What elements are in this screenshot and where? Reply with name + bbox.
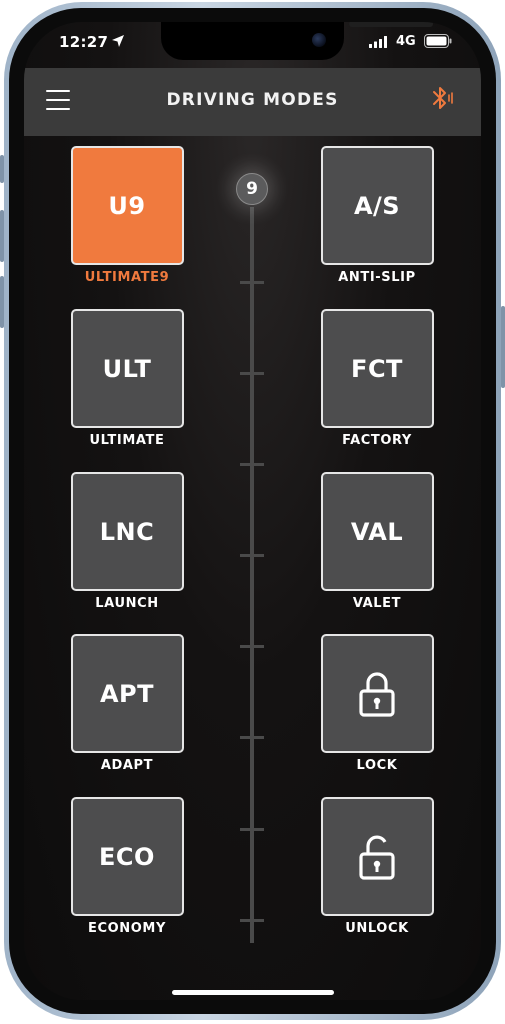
status-bar: 12:27 4G [24, 22, 481, 68]
mode-adapt-button[interactable]: APT [70, 634, 184, 753]
mode-label: FACTORY [342, 433, 412, 448]
power-button [501, 306, 505, 388]
volume-down-button [0, 276, 4, 328]
mode-code: ECO [99, 842, 155, 871]
mode-code: ULT [102, 354, 152, 383]
mode-code: VAL [350, 517, 404, 546]
slider-tick [240, 828, 264, 831]
app-header: DRIVING MODES [24, 68, 481, 136]
mode-anti-slip-button[interactable]: A/S [320, 146, 434, 265]
mode-ultimate: ULT ULTIMATE [57, 309, 197, 448]
mode-label: ANTI-SLIP [338, 270, 416, 285]
mode-code: LNC [99, 517, 155, 546]
slider-tick [240, 645, 264, 648]
mode-label: LAUNCH [95, 596, 159, 611]
mode-economy-button[interactable]: ECO [70, 797, 184, 916]
mode-factory: FCT FACTORY [307, 309, 447, 448]
bluetooth-icon[interactable] [430, 84, 456, 112]
slider-tick [240, 554, 264, 557]
mode-adapt: APT ADAPT [57, 634, 197, 773]
unlock-icon [359, 835, 395, 880]
mode-launch: LNC LAUNCH [57, 472, 197, 611]
lock-icon [359, 671, 395, 717]
mode-valet-button[interactable]: VAL [320, 472, 434, 591]
mode-code: APT [99, 679, 155, 708]
level-slider-track[interactable] [250, 207, 254, 943]
silent-switch [0, 155, 4, 183]
notch [161, 22, 433, 60]
mode-label: VALET [352, 596, 402, 611]
mode-launch-button[interactable]: LNC [70, 472, 184, 591]
app-screen: 12:27 4G DRIVING MODES 9 U9 ULTIMATE9 UL… [24, 22, 481, 1000]
cellular-signal-icon [369, 36, 387, 48]
mode-unlock: UNLOCK [307, 797, 447, 936]
level-slider-knob[interactable]: 9 [236, 173, 268, 205]
mode-valet: VAL VALET [307, 472, 447, 611]
status-time: 12:27 [59, 33, 109, 51]
mode-code: U9 [108, 191, 146, 220]
page-title: DRIVING MODES [166, 90, 339, 110]
unlock-button[interactable] [320, 797, 434, 916]
mode-code: A/S [353, 191, 401, 220]
mode-factory-button[interactable]: FCT [320, 309, 434, 428]
mode-label: ULTIMATE9 [84, 270, 170, 285]
home-indicator[interactable] [172, 990, 334, 995]
mode-ultimate-button[interactable]: ULT [70, 309, 184, 428]
mode-label: ADAPT [100, 758, 154, 773]
mode-ultimate9: U9 ULTIMATE9 [57, 146, 197, 285]
mode-label: ECONOMY [88, 921, 166, 936]
mode-anti-slip: A/S ANTI-SLIP [307, 146, 447, 285]
location-arrow-icon [112, 35, 124, 47]
front-camera [312, 33, 326, 47]
mode-label: ULTIMATE [89, 433, 165, 448]
lock-button[interactable] [320, 634, 434, 753]
mode-ultimate9-button[interactable]: U9 [70, 146, 184, 265]
slider-tick [240, 281, 264, 284]
slider-tick [240, 736, 264, 739]
slider-tick [240, 919, 264, 922]
speaker-grille [349, 22, 433, 27]
battery-icon [424, 34, 452, 48]
mode-label: UNLOCK [345, 921, 409, 936]
mode-code: FCT [351, 354, 403, 383]
mode-economy: ECO ECONOMY [57, 797, 197, 936]
slider-tick [240, 463, 264, 466]
volume-up-button [0, 210, 4, 262]
network-type: 4G [396, 34, 416, 49]
slider-tick [240, 372, 264, 375]
mode-lock: LOCK [307, 634, 447, 773]
mode-label: LOCK [356, 758, 398, 773]
